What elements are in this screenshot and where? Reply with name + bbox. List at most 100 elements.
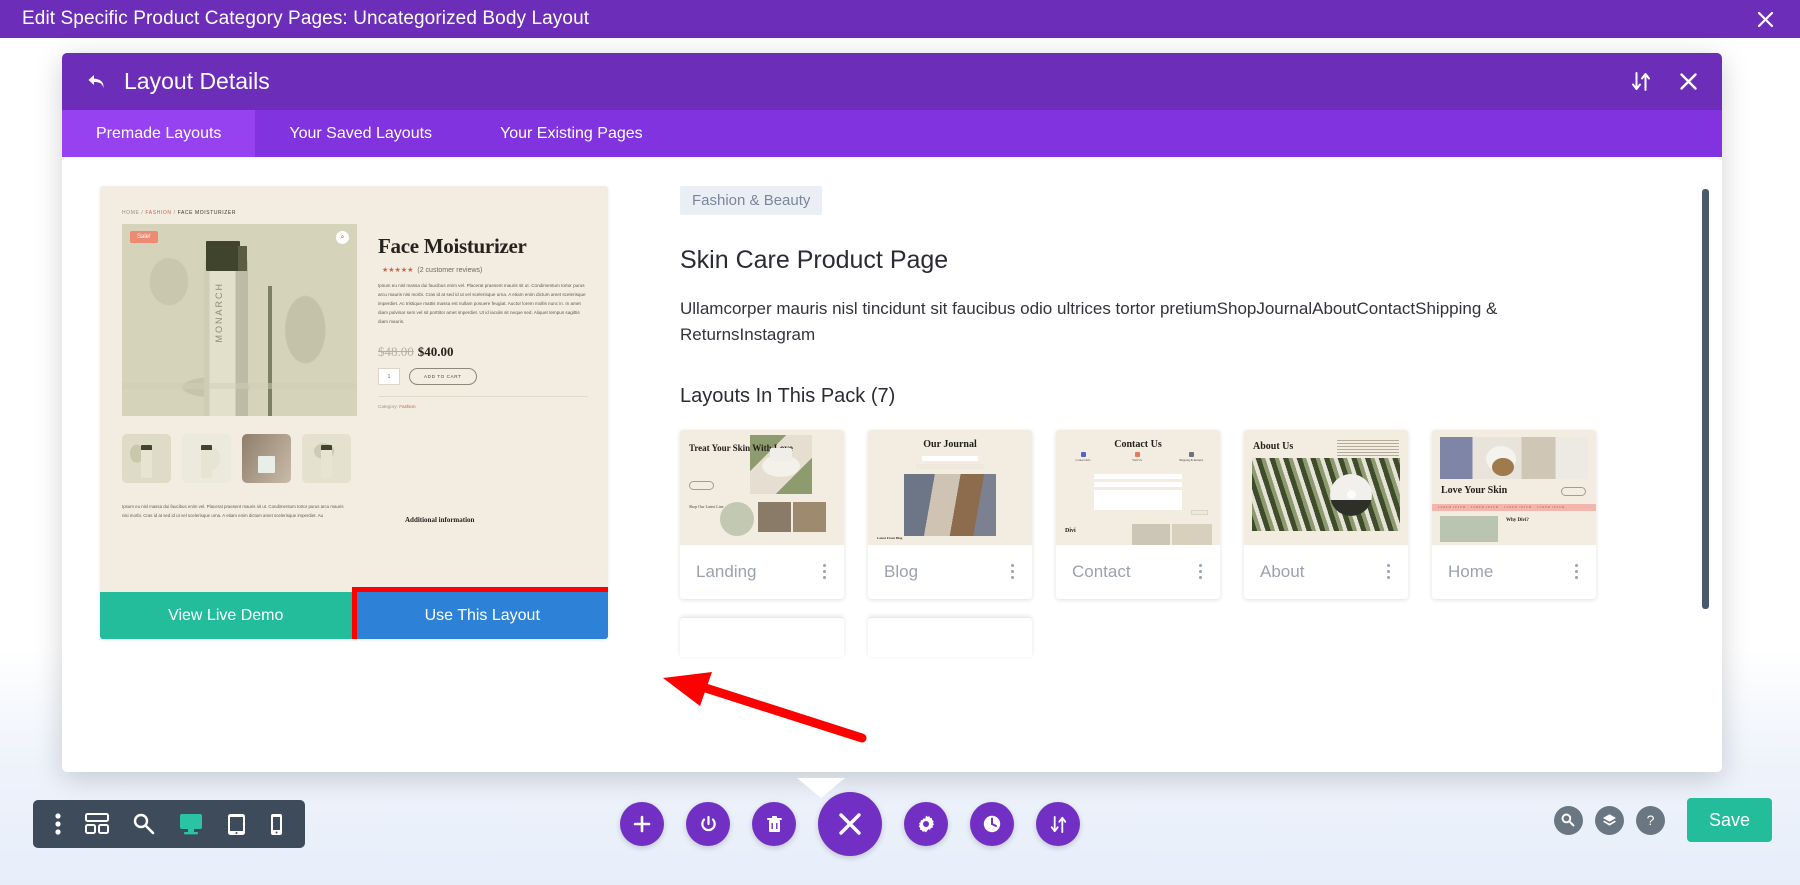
zoom-out-icon[interactable] (133, 813, 155, 835)
thumb-shape (1132, 523, 1170, 545)
thumb-subtitle: Why Divi? (1506, 517, 1529, 523)
close-icon-glyph (1680, 73, 1697, 90)
thumb-shape (758, 501, 791, 532)
product-cap-side-shape (238, 246, 247, 271)
tab-your-saved-layouts[interactable]: Your Saved Layouts (255, 110, 466, 157)
gallery-thumb[interactable] (122, 434, 171, 483)
magnify-icon[interactable]: ⌕ (336, 231, 349, 244)
layout-card-footer: Landing (680, 545, 844, 599)
product-category-label: Category: (378, 404, 398, 409)
product-rod-shape (268, 286, 272, 416)
close-icon[interactable] (1752, 6, 1778, 32)
layout-card-contact[interactable]: Contact Us Contact Info Visit Us Shippin… (1056, 429, 1220, 599)
layout-thumbnail-landing: Treat Your Skin With Love Shop Our Lates… (680, 429, 844, 545)
kebab-menu-icon[interactable] (1007, 560, 1018, 583)
product-gallery-thumbs (122, 434, 351, 483)
back-arrow-icon[interactable] (84, 70, 108, 94)
thumb-form-shape (1094, 473, 1182, 513)
layout-card-grid: Treat Your Skin With Love Shop Our Lates… (680, 429, 1662, 599)
layout-card-grid-row-2 (680, 616, 1662, 657)
breadcrumb-home: HOME (122, 210, 140, 216)
layout-card-partial[interactable] (868, 616, 1032, 657)
pack-title: Skin Care Product Page (680, 246, 949, 274)
close-icon-glyph (1757, 11, 1773, 27)
modal-scrollbar[interactable] (1702, 189, 1709, 609)
help-icon[interactable]: ? (1635, 805, 1665, 835)
search-icon[interactable] (1553, 805, 1583, 835)
thumb-icon-shape (1189, 451, 1194, 457)
thumb-field-shape (916, 463, 984, 469)
gallery-thumb[interactable] (182, 434, 231, 483)
save-button[interactable]: Save (1686, 798, 1772, 842)
tab-your-existing-pages[interactable]: Your Existing Pages (466, 110, 677, 157)
portability-icon[interactable] (1036, 802, 1080, 846)
thumb-col-label: Contact Info (1075, 457, 1091, 462)
stars-glyph: ★★★★★ (382, 267, 414, 274)
product-price-old: $48.00 (378, 344, 414, 359)
layout-card-footer: Blog (868, 545, 1032, 599)
layout-card-footer: Contact (1056, 545, 1220, 599)
trash-icon[interactable] (752, 802, 796, 846)
use-this-layout-button[interactable]: Use This Layout (356, 592, 608, 639)
sale-badge: Sale! (130, 231, 158, 243)
quantity-input[interactable]: 1 (378, 368, 400, 385)
kebab-menu-icon[interactable] (1571, 560, 1582, 583)
modal-title: Layout Details (124, 68, 270, 94)
desktop-icon[interactable] (179, 813, 203, 835)
add-to-cart-button[interactable]: ADD TO CART (409, 368, 477, 385)
gallery-thumb[interactable] (242, 434, 291, 483)
sort-icon[interactable] (1631, 72, 1651, 91)
thumb-icon-shape (1135, 451, 1140, 457)
product-footer-text: Ipsum eu nisl massa dui faucibus enim ve… (122, 504, 344, 518)
layouts-in-pack-heading: Layouts In This Pack (7) (680, 384, 896, 407)
modal-header-actions (1631, 72, 1698, 91)
use-this-layout-highlight: Use This Layout (351, 587, 608, 639)
layout-card-blog[interactable]: Our Journal Latest From Blog Blog (868, 429, 1032, 599)
tab-premade-layouts[interactable]: Premade Layouts (62, 110, 256, 157)
close-menu-icon[interactable] (818, 792, 882, 856)
layout-preview-card: HOME / FASHION / FACE MOISTURIZER MONARC… (100, 186, 608, 639)
layout-name: Contact (1072, 561, 1131, 581)
layout-card-home[interactable]: Love Your Skin LOREM IPSUM · LOREM IPSUM… (1432, 429, 1596, 599)
product-price-new: $40.00 (417, 344, 454, 359)
thumb-subtitle: Divi (1065, 527, 1076, 534)
thumb-image (1252, 457, 1400, 531)
kebab-menu-icon[interactable] (1195, 560, 1206, 583)
thumb-shape (1172, 523, 1212, 545)
product-cap-shape (206, 241, 240, 271)
more-options-icon[interactable] (55, 813, 61, 835)
builder-view-toolbar (33, 800, 305, 848)
layout-name: Landing (696, 561, 757, 581)
product-rating: ★★★★★ (2 customer reviews) (378, 266, 482, 274)
history-icon[interactable] (970, 802, 1014, 846)
layout-detail-column: Fashion & Beauty Skin Care Product Page … (622, 157, 1722, 772)
phone-icon[interactable] (270, 813, 283, 836)
close-icon[interactable] (1679, 72, 1698, 91)
thumb-image (1440, 436, 1588, 479)
layers-icon[interactable] (1594, 805, 1624, 835)
layout-card-partial[interactable] (680, 616, 844, 657)
layout-thumbnail-home: Love Your Skin LOREM IPSUM · LOREM IPSUM… (1432, 429, 1596, 545)
layout-card-landing[interactable]: Treat Your Skin With Love Shop Our Lates… (680, 429, 844, 599)
kebab-menu-icon[interactable] (1383, 560, 1394, 583)
thumb-button-shape (1561, 486, 1586, 496)
thumb-col-label: Shipping & Returns (1178, 457, 1203, 462)
gear-icon[interactable] (904, 802, 948, 846)
sort-icon-glyph (1632, 72, 1650, 91)
layout-card-about[interactable]: About Us About (1244, 429, 1408, 599)
page-title: Edit Specific Product Category Pages: Un… (22, 8, 590, 29)
category-pill[interactable]: Fashion & Beauty (680, 186, 823, 215)
modal-header: Layout Details (62, 53, 1722, 110)
view-live-demo-button[interactable]: View Live Demo (100, 592, 352, 639)
power-toggle-icon[interactable] (686, 802, 730, 846)
layout-preview-column: HOME / FASHION / FACE MOISTURIZER MONARC… (62, 157, 622, 772)
wireframe-icon[interactable] (85, 813, 109, 835)
product-price: $48.00 $40.00 (378, 344, 454, 360)
product-brand-text: MONARCH (214, 282, 224, 343)
thumb-title: About Us (1253, 440, 1294, 452)
add-section-icon[interactable] (620, 802, 664, 846)
kebab-menu-icon[interactable] (819, 560, 830, 583)
gallery-thumb[interactable] (302, 434, 351, 483)
tablet-icon[interactable] (227, 813, 246, 836)
product-category: Category: Fashion (378, 404, 416, 409)
